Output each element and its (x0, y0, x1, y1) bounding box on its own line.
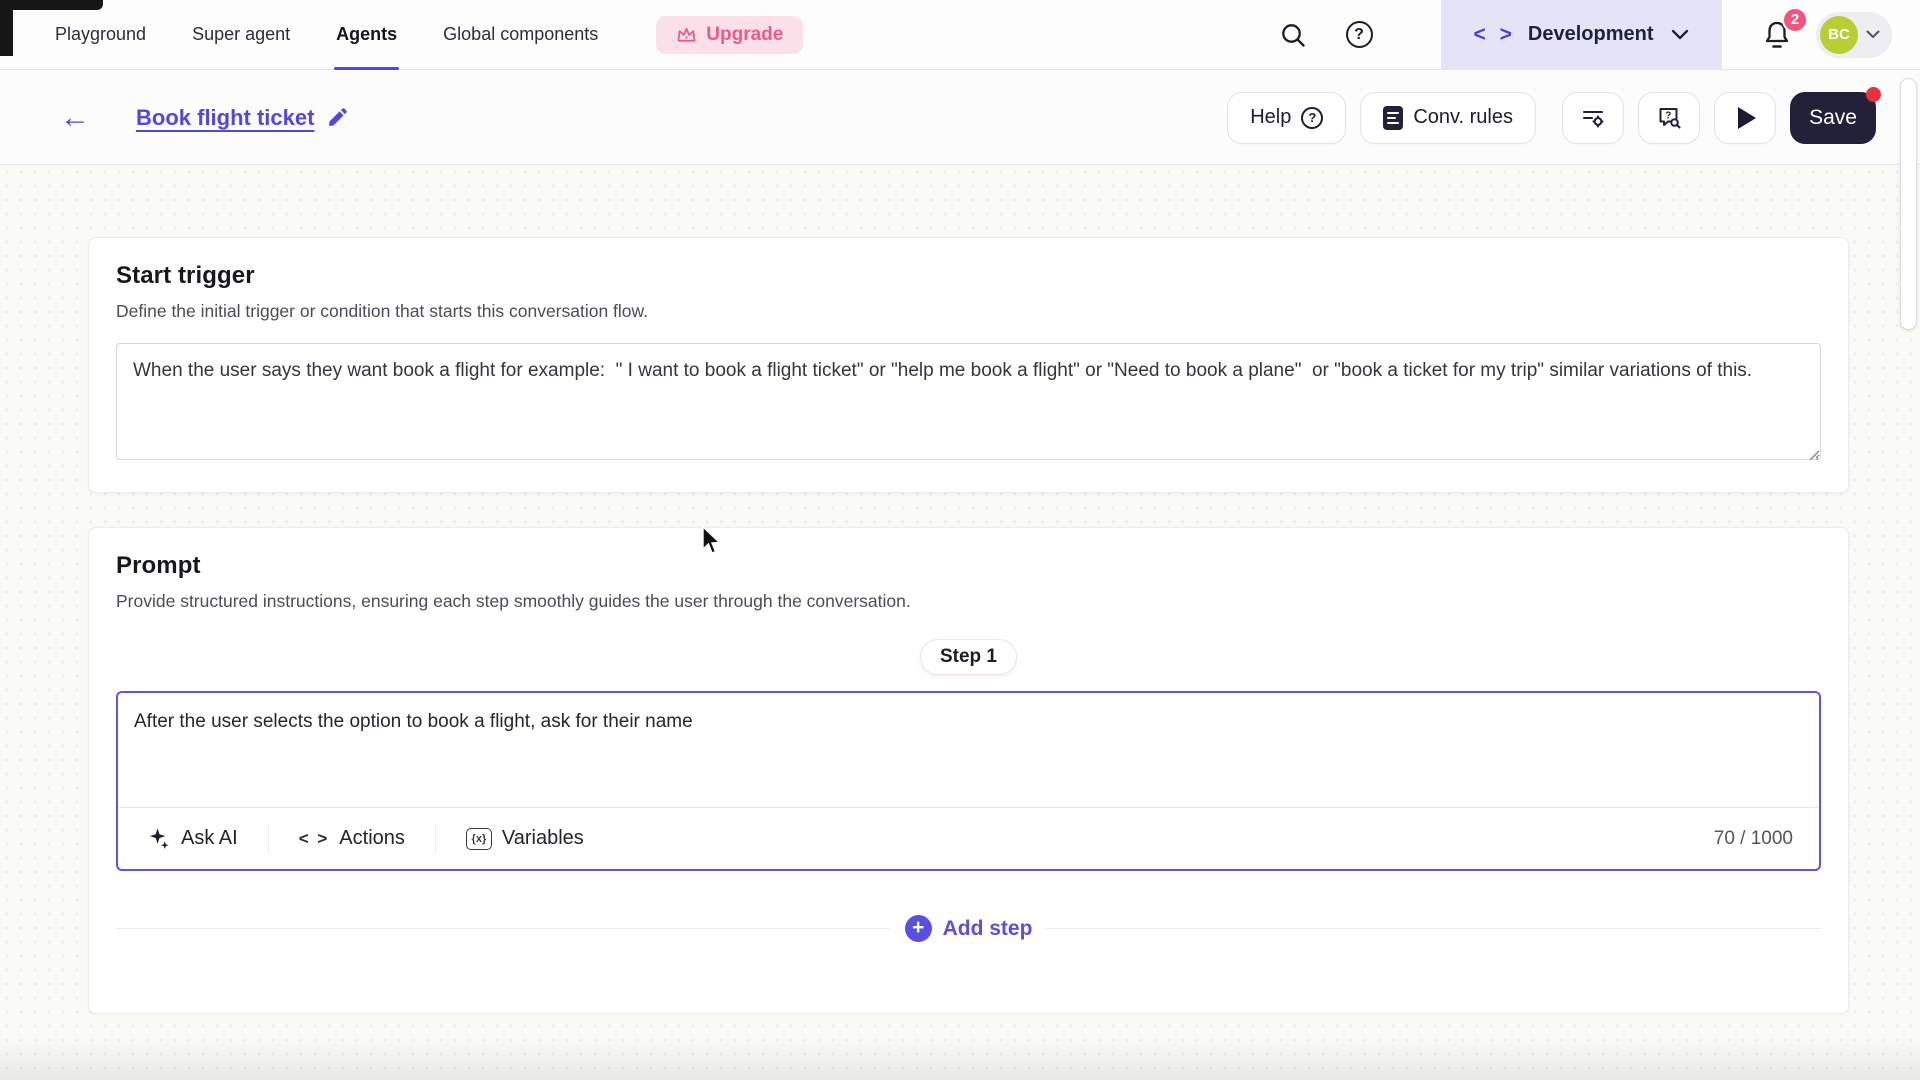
nav-item-playground[interactable]: Playground (55, 0, 146, 69)
agent-builder-screen: Playground Super agent Agents Global com… (0, 0, 1920, 1080)
step-pill-row: Step 1 (116, 639, 1821, 675)
account-menu[interactable]: BC (1816, 12, 1892, 58)
environment-selector[interactable]: < > Development (1441, 0, 1722, 69)
environment-label: Development (1528, 23, 1654, 46)
add-step-label: Add step (943, 917, 1033, 941)
divider (116, 928, 891, 929)
prompt-description: Provide structured instructions, ensurin… (116, 591, 1821, 612)
nav-item-super-agent[interactable]: Super agent (192, 0, 290, 69)
start-trigger-input[interactable]: When the user says they want book a flig… (116, 343, 1821, 460)
add-step-button[interactable]: + Add step (905, 915, 1033, 942)
window-edge-artifact (0, 0, 103, 10)
main-content: Start trigger Define the initial trigger… (0, 165, 1920, 1080)
start-trigger-description: Define the initial trigger or condition … (116, 301, 1821, 322)
conv-rules-label: Conv. rules (1413, 106, 1513, 129)
start-trigger-field-wrap: When the user says they want book a flig… (116, 343, 1821, 465)
conv-rules-button[interactable]: Conv. rules (1360, 92, 1536, 144)
step-editor-toolbar: Ask AI < > Actions {x} Variables 70 / 10… (118, 807, 1819, 869)
variables-label: Variables (502, 827, 584, 850)
variables-button[interactable]: {x} Variables (462, 827, 588, 850)
prompt-card: Prompt Provide structured instructions, … (88, 527, 1849, 1014)
vertical-scrollbar-thumb[interactable] (1900, 78, 1917, 330)
ask-ai-button[interactable]: Ask AI (144, 827, 242, 850)
svg-text:?: ? (1665, 111, 1671, 122)
edit-title-button[interactable] (326, 107, 348, 129)
notifications-button[interactable]: 2 (1762, 19, 1792, 51)
save-label: Save (1809, 106, 1857, 129)
add-step-row: + Add step (116, 915, 1821, 942)
help-icon: ? (1346, 21, 1373, 48)
sparkle-icon (148, 827, 171, 850)
list-settings-icon (1580, 105, 1606, 131)
step-editor: After the user selects the option to boo… (116, 691, 1821, 871)
step-badge: Step 1 (920, 639, 1017, 675)
nav-item-agents[interactable]: Agents (336, 0, 397, 69)
crown-icon (676, 25, 697, 44)
chevron-down-icon (1671, 29, 1689, 40)
code-icon: < > (1474, 23, 1516, 47)
help-button-label: Help (1250, 106, 1291, 129)
ask-ai-label: Ask AI (181, 827, 238, 850)
top-navbar: Playground Super agent Agents Global com… (0, 0, 1920, 70)
chat-question-search-icon: ? (1656, 104, 1683, 131)
nav-spacer (803, 0, 1273, 69)
help-icon: ? (1301, 107, 1323, 129)
prompt-title: Prompt (116, 552, 1821, 580)
upgrade-label: Upgrade (706, 24, 783, 46)
variables-icon: {x} (466, 828, 492, 850)
help-nav-button[interactable]: ? (1339, 15, 1379, 55)
nav-item-global-components[interactable]: Global components (443, 0, 598, 69)
save-button[interactable]: Save (1790, 92, 1876, 144)
toolbar-actions: Help ? Conv. rules (1227, 92, 1920, 144)
run-flow-button[interactable] (1714, 92, 1776, 144)
divider (1046, 928, 1821, 929)
window-edge-artifact (0, 0, 13, 56)
toolbar-divider (268, 824, 269, 854)
upgrade-button[interactable]: Upgrade (656, 16, 803, 54)
start-trigger-card: Start trigger Define the initial trigger… (88, 237, 1849, 493)
unsaved-changes-dot (1866, 87, 1881, 102)
back-button[interactable]: ← (52, 99, 98, 137)
avatar: BC (1820, 16, 1858, 54)
nav-tabs: Playground Super agent Agents Global com… (0, 0, 598, 69)
actions-button[interactable]: < > Actions (295, 827, 409, 850)
flow-title-link[interactable]: Book flight ticket (136, 105, 314, 131)
search-button[interactable] (1273, 15, 1313, 55)
toolbar-divider (435, 824, 436, 854)
plus-circle-icon: + (905, 915, 932, 942)
chevron-down-icon (1866, 30, 1880, 39)
flow-settings-button[interactable] (1562, 92, 1624, 144)
step-prompt-input[interactable]: After the user selects the option to boo… (118, 693, 1819, 807)
start-trigger-title: Start trigger (116, 262, 1821, 290)
help-button[interactable]: Help ? (1227, 92, 1346, 144)
char-counter: 70 / 1000 (1714, 828, 1793, 850)
play-icon (1738, 107, 1756, 129)
actions-label: Actions (339, 827, 405, 850)
notification-badge: 2 (1782, 7, 1808, 33)
document-icon (1383, 106, 1403, 130)
flow-toolbar: ← Book flight ticket Help ? Conv. rules (0, 71, 1920, 165)
search-icon (1279, 21, 1307, 49)
pencil-icon (326, 107, 348, 129)
test-conversation-button[interactable]: ? (1638, 92, 1700, 144)
code-icon: < > (299, 829, 330, 849)
